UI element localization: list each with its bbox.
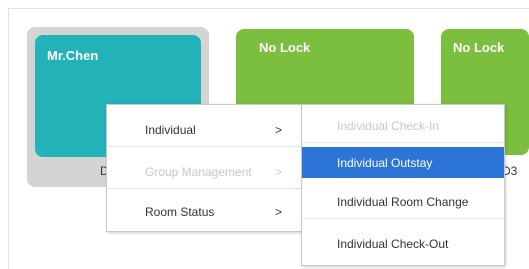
room-tile-label: Mr.Chen [47, 48, 99, 63]
submenu-arrow-icon: > [275, 165, 283, 179]
submenu-arrow-icon: > [275, 123, 283, 137]
room-tile-label: No Lock [453, 40, 505, 55]
submenu-item-label: Individual Outstay [337, 156, 433, 170]
menu-item-label: Individual [145, 123, 196, 137]
menu-item-room-status[interactable]: Room Status > [107, 195, 303, 229]
context-menu: Individual > Group Management > Room Sta… [106, 104, 304, 232]
room-tile-label: No Lock [259, 40, 311, 55]
submenu-item-check-out[interactable]: Individual Check-Out [302, 227, 504, 261]
menu-item-group-management: Group Management > [107, 155, 303, 189]
submenu-individual: Individual Check-In Individual Outstay I… [301, 104, 505, 266]
submenu-item-label: Individual Check-Out [337, 237, 449, 251]
submenu-item-label: Individual Check-In [337, 119, 440, 133]
menu-item-label: Group Management [145, 165, 252, 179]
menu-item-individual[interactable]: Individual > [107, 113, 303, 147]
menu-item-label: Room Status [145, 205, 215, 219]
submenu-item-outstay[interactable]: Individual Outstay [302, 147, 504, 178]
submenu-arrow-icon: > [275, 205, 283, 219]
submenu-item-check-in: Individual Check-In [302, 109, 504, 143]
submenu-item-label: Individual Room Change [337, 195, 469, 209]
submenu-item-room-change[interactable]: Individual Room Change [302, 185, 504, 219]
